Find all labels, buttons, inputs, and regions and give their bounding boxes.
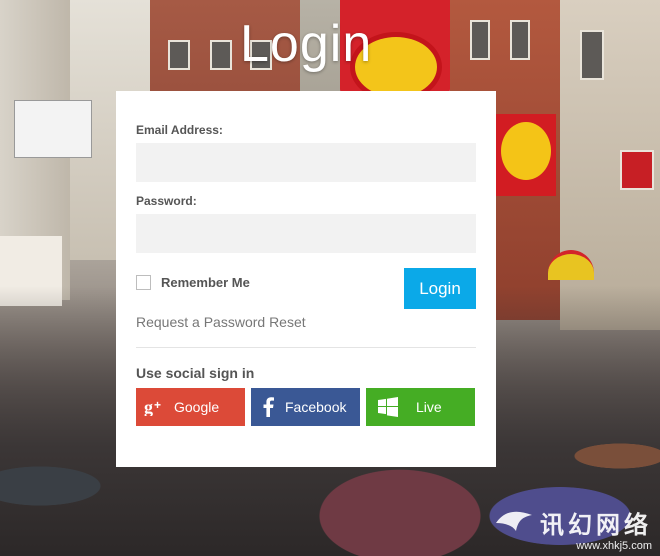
- live-button[interactable]: Live: [366, 388, 475, 426]
- page-title: Login: [240, 15, 373, 73]
- watermark-text: 讯幻网络: [540, 511, 652, 539]
- email-field[interactable]: [136, 143, 476, 182]
- watermark: 讯幻网络 www.xhkj5.com: [494, 505, 652, 552]
- login-button[interactable]: Login: [404, 268, 476, 309]
- email-label: Email Address:: [136, 123, 223, 137]
- password-reset-link[interactable]: Request a Password Reset: [136, 314, 306, 330]
- shop-sign: [14, 100, 92, 158]
- divider: [136, 347, 476, 348]
- live-label: Live: [416, 399, 442, 415]
- bird-logo-icon: [494, 505, 534, 540]
- password-field[interactable]: [136, 214, 476, 253]
- building: [560, 0, 660, 330]
- facebook-label: Facebook: [285, 399, 347, 415]
- shop-sign: [496, 114, 556, 196]
- google-plus-icon: g +: [136, 398, 174, 416]
- facebook-button[interactable]: Facebook: [251, 388, 360, 426]
- svg-text:+: +: [154, 398, 161, 412]
- remember-label: Remember Me: [161, 275, 250, 290]
- watermark-url: www.xhkj5.com: [576, 540, 652, 552]
- remember-checkbox[interactable]: [136, 275, 151, 290]
- windows-icon: [366, 397, 410, 417]
- login-card: Email Address: Password: Remember Me Log…: [116, 91, 496, 467]
- facebook-icon: [251, 397, 285, 417]
- svg-text:g: g: [144, 398, 153, 416]
- password-label: Password:: [136, 194, 197, 208]
- google-label: Google: [174, 399, 220, 415]
- remember-me[interactable]: Remember Me: [136, 275, 250, 290]
- google-button[interactable]: g + Google: [136, 388, 245, 426]
- social-title: Use social sign in: [136, 365, 255, 381]
